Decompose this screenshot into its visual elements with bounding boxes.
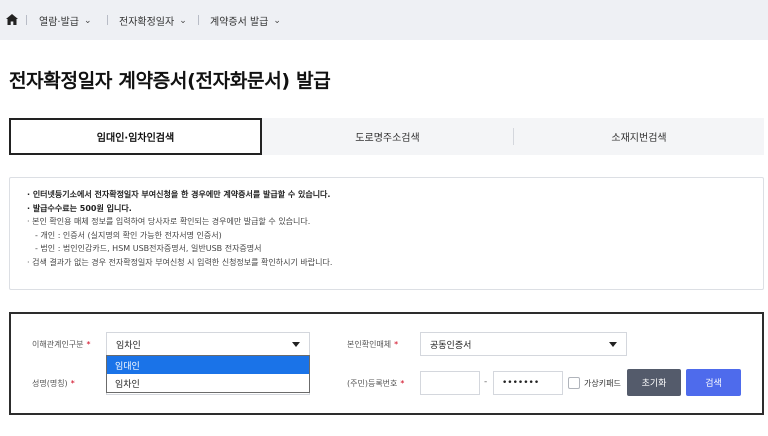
breadcrumb-label: 전자확정일자: [119, 17, 175, 28]
home-icon[interactable]: [6, 14, 18, 25]
breadcrumb-separator: [26, 15, 27, 25]
breadcrumb-separator: [107, 15, 108, 25]
notice-line: · 발급수수료는 500원 입니다.: [27, 203, 132, 213]
breadcrumb-item-confirmed-date[interactable]: 전자확정일자 ⌄: [119, 13, 187, 29]
relation-select[interactable]: 임차인: [106, 332, 310, 356]
reg-no-dash: -: [484, 377, 488, 387]
required-mark: *: [400, 379, 405, 388]
relation-dropdown-list: 임대인 임차인: [106, 355, 310, 393]
breadcrumb-item-contract-issue[interactable]: 계약증서 발급 ⌄: [210, 13, 281, 29]
name-label-text: 성명(명칭): [32, 379, 68, 388]
dropdown-option-lessee[interactable]: 임차인: [107, 374, 309, 392]
reg-no-back-input[interactable]: •••••••: [493, 371, 563, 395]
page-title: 전자확정일자 계약증서(전자화문서) 발급: [9, 70, 331, 92]
required-mark: *: [86, 340, 91, 349]
search-button[interactable]: 검색: [686, 369, 741, 396]
notice-line: · 인터넷등기소에서 전자확정일자 부여신청을 한 경우에만 계약증서를 발급할…: [27, 190, 331, 199]
tab-road-address-search[interactable]: 도로명주소검색: [262, 118, 513, 155]
tab-lot-number-search[interactable]: 소재지번검색: [514, 118, 764, 155]
virtual-keypad-label: 가상키패드: [584, 379, 621, 388]
name-label: 성명(명칭) *: [32, 378, 75, 389]
breadcrumb-label: 열람·발급: [39, 17, 79, 28]
required-mark: *: [394, 340, 399, 349]
virtual-keypad-checkbox[interactable]: [568, 377, 580, 389]
auth-media-label: 본인확인매체 *: [347, 339, 398, 350]
tab-party-search[interactable]: 임대인·임차인검색: [9, 118, 262, 155]
auth-media-select[interactable]: 공동인증서: [420, 332, 627, 356]
caret-down-icon: [292, 342, 300, 347]
required-mark: *: [70, 379, 75, 388]
reg-no-front-input[interactable]: [420, 371, 480, 395]
relation-label-text: 이해관계인구분: [32, 340, 84, 349]
notice-line: - 개인 : 인증서 (실지명의 확인 가능한 전자서명 인증서): [35, 230, 222, 240]
reg-no-label: (주민)등록번호 *: [347, 378, 404, 389]
relation-select-value: 임차인: [116, 340, 141, 351]
relation-label: 이해관계인구분 *: [32, 339, 91, 350]
chevron-down-icon: ⌄: [273, 15, 281, 26]
breadcrumb-label: 계약증서 발급: [210, 17, 269, 28]
reg-no-label-text: (주민)등록번호: [347, 379, 398, 388]
dropdown-option-lessor[interactable]: 임대인: [107, 356, 309, 374]
notice-line: - 법인 : 법인인감카드, HSM USB전자증명서, 일반USB 전자증명서: [35, 244, 262, 253]
notice-box: · 인터넷등기소에서 전자확정일자 부여신청을 한 경우에만 계약증서를 발급할…: [9, 177, 764, 290]
search-tabs: 임대인·임차인검색 도로명주소검색 소재지번검색: [9, 118, 764, 155]
notice-line: · 본인 확인용 매체 정보를 입력하여 당사자로 확인되는 경우에만 발급할 …: [27, 217, 311, 226]
chevron-down-icon: ⌄: [83, 15, 92, 26]
auth-media-select-value: 공동인증서: [430, 340, 472, 351]
reset-button[interactable]: 초기화: [627, 369, 681, 396]
auth-media-label-text: 본인확인매체: [347, 340, 392, 349]
caret-down-icon: [609, 342, 617, 347]
breadcrumb-item-browse[interactable]: 열람·발급 ⌄: [39, 13, 92, 29]
breadcrumb-separator: [198, 15, 199, 25]
breadcrumb-bar: 열람·발급 ⌄ 전자확정일자 ⌄ 계약증서 발급 ⌄: [0, 0, 768, 40]
notice-line: · 검색 결과가 없는 경우 전자확정일자 부여신청 시 입력한 신청정보를 확…: [27, 257, 333, 267]
chevron-down-icon: ⌄: [179, 15, 187, 26]
